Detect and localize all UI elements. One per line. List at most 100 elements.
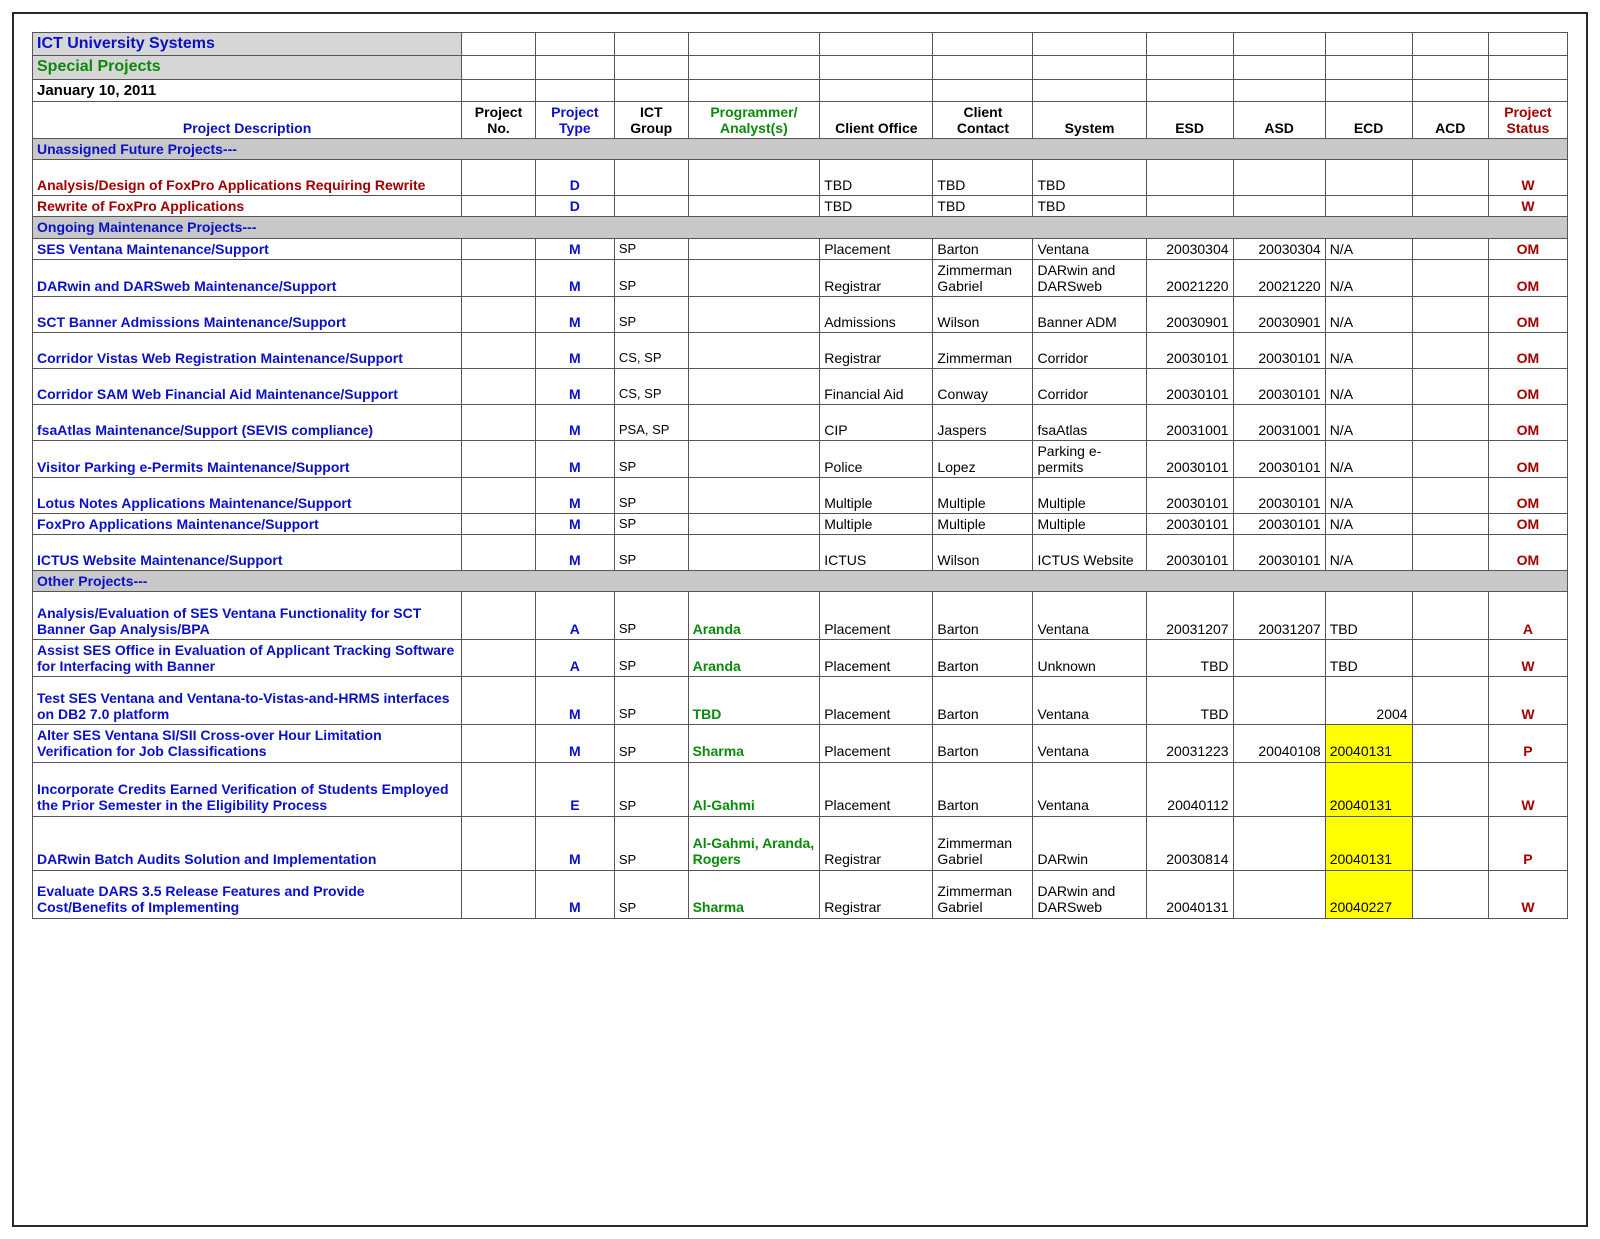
cell-prog <box>688 368 820 404</box>
cell-prog: TBD <box>688 677 820 725</box>
cell-office: Financial Aid <box>820 368 933 404</box>
cell-no <box>462 196 536 217</box>
cell-system: TBD <box>1033 160 1146 196</box>
hdr-asd: ASD <box>1233 102 1325 139</box>
cell-no <box>462 404 536 440</box>
cell-type: M <box>535 368 614 404</box>
cell-grp: SP <box>614 513 688 534</box>
cell-type: M <box>535 535 614 571</box>
cell-ecd: TBD <box>1325 640 1412 677</box>
cell-contact: Zimmerman <box>933 332 1033 368</box>
cell-office: Registrar <box>820 816 933 870</box>
table-row: Lotus Notes Applications Maintenance/Sup… <box>33 477 1568 513</box>
cell-prog <box>688 296 820 332</box>
cell-asd: 20030901 <box>1233 296 1325 332</box>
cell-type: M <box>535 259 614 296</box>
cell-system: Multiple <box>1033 477 1146 513</box>
cell-esd: 20030304 <box>1146 238 1233 259</box>
cell-no <box>462 816 536 870</box>
cell-grp <box>614 160 688 196</box>
cell-system: DARwin and DARSweb <box>1033 259 1146 296</box>
cell-status: OM <box>1488 368 1567 404</box>
cell-office: Police <box>820 440 933 477</box>
cell-status: W <box>1488 160 1567 196</box>
cell-grp: SP <box>614 762 688 816</box>
cell-acd <box>1412 440 1488 477</box>
cell-status: OM <box>1488 259 1567 296</box>
cell-status: P <box>1488 816 1567 870</box>
cell-prog <box>688 259 820 296</box>
cell-grp: SP <box>614 677 688 725</box>
cell-no <box>462 870 536 918</box>
cell-asd: 20031001 <box>1233 404 1325 440</box>
cell-ecd: N/A <box>1325 238 1412 259</box>
title-row-2: Special Projects <box>33 56 1568 79</box>
header-row: Project Description Project No. Project … <box>33 102 1568 139</box>
report-date: January 10, 2011 <box>33 79 462 101</box>
cell-desc: Assist SES Office in Evaluation of Appli… <box>33 640 462 677</box>
cell-contact: Barton <box>933 238 1033 259</box>
cell-ecd: TBD <box>1325 592 1412 640</box>
cell-acd <box>1412 762 1488 816</box>
cell-desc: SCT Banner Admissions Maintenance/Suppor… <box>33 296 462 332</box>
cell-esd: 20031223 <box>1146 725 1233 762</box>
cell-type: M <box>535 816 614 870</box>
cell-type: M <box>535 404 614 440</box>
cell-system: Corridor <box>1033 368 1146 404</box>
cell-desc: Analysis/Evaluation of SES Ventana Funct… <box>33 592 462 640</box>
cell-asd: 20030101 <box>1233 513 1325 534</box>
cell-ecd: N/A <box>1325 535 1412 571</box>
cell-system: Ventana <box>1033 762 1146 816</box>
cell-status: OM <box>1488 332 1567 368</box>
hdr-status: Project Status <box>1488 102 1567 139</box>
cell-desc: Corridor Vistas Web Registration Mainten… <box>33 332 462 368</box>
cell-esd: 20040131 <box>1146 870 1233 918</box>
section-other: Other Projects--- <box>33 571 1568 592</box>
date-row: January 10, 2011 <box>33 79 1568 101</box>
cell-asd <box>1233 762 1325 816</box>
cell-prog: Aranda <box>688 592 820 640</box>
cell-contact: Wilson <box>933 296 1033 332</box>
cell-office: CIP <box>820 404 933 440</box>
cell-desc: fsaAtlas Maintenance/Support (SEVIS comp… <box>33 404 462 440</box>
cell-asd: 20021220 <box>1233 259 1325 296</box>
cell-status: OM <box>1488 477 1567 513</box>
cell-esd: 20040112 <box>1146 762 1233 816</box>
cell-contact: Multiple <box>933 513 1033 534</box>
cell-type: A <box>535 640 614 677</box>
cell-desc: FoxPro Applications Maintenance/Support <box>33 513 462 534</box>
cell-office: Registrar <box>820 332 933 368</box>
cell-ecd: 20040131 <box>1325 816 1412 870</box>
cell-prog: Aranda <box>688 640 820 677</box>
hdr-acd: ACD <box>1412 102 1488 139</box>
hdr-desc: Project Description <box>33 102 462 139</box>
cell-esd: 20030101 <box>1146 513 1233 534</box>
cell-no <box>462 238 536 259</box>
cell-ecd: 2004 <box>1325 677 1412 725</box>
cell-contact: Barton <box>933 725 1033 762</box>
cell-no <box>462 762 536 816</box>
cell-contact: Lopez <box>933 440 1033 477</box>
cell-contact: Wilson <box>933 535 1033 571</box>
cell-acd <box>1412 296 1488 332</box>
cell-status: A <box>1488 592 1567 640</box>
table-row: ICTUS Website Maintenance/SupportMSPICTU… <box>33 535 1568 571</box>
cell-prog: Al-Gahmi, Aranda, Rogers <box>688 816 820 870</box>
cell-system: TBD <box>1033 196 1146 217</box>
cell-esd: 20030901 <box>1146 296 1233 332</box>
cell-prog: Sharma <box>688 870 820 918</box>
cell-esd <box>1146 160 1233 196</box>
cell-ecd: N/A <box>1325 477 1412 513</box>
cell-ecd: N/A <box>1325 259 1412 296</box>
cell-type: M <box>535 477 614 513</box>
cell-type: D <box>535 196 614 217</box>
cell-ecd <box>1325 196 1412 217</box>
table-row: Incorporate Credits Earned Verification … <box>33 762 1568 816</box>
cell-grp: CS, SP <box>614 332 688 368</box>
cell-grp: SP <box>614 238 688 259</box>
cell-status: W <box>1488 870 1567 918</box>
hdr-no: Project No. <box>462 102 536 139</box>
cell-prog <box>688 440 820 477</box>
section-ongoing: Ongoing Maintenance Projects--- <box>33 217 1568 238</box>
cell-desc: Visitor Parking e-Permits Maintenance/Su… <box>33 440 462 477</box>
